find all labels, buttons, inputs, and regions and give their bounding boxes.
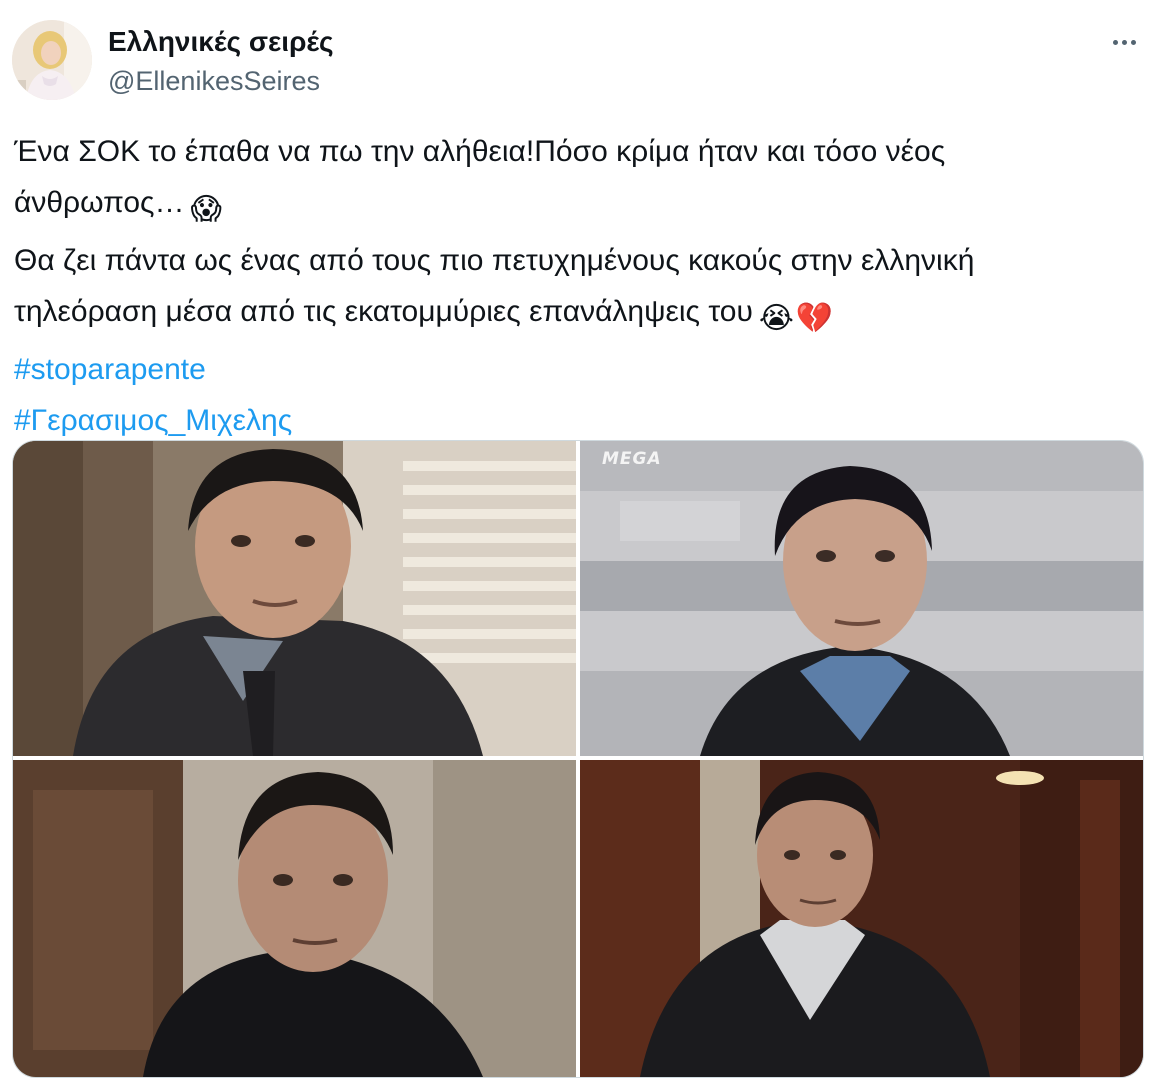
ellipsis-dot <box>1130 39 1136 45</box>
author-names: Ελληνικές σειρές @EllenikesSeires <box>108 22 334 100</box>
tweet-text: Ένα ΣΟΚ το έπαθα να πω την αλήθεια!Πόσο … <box>14 126 1134 446</box>
media-grid: MEGA <box>12 440 1144 1078</box>
display-name[interactable]: Ελληνικές σειρές <box>108 22 334 62</box>
scream-emoji-icon: 😱 <box>190 193 222 226</box>
photo-2[interactable]: MEGA <box>580 441 1143 756</box>
hashtag-line: #stoparapente <box>14 344 1134 395</box>
hashtag-gerasimos-michelis[interactable]: #Γερασιμος_Μιχελης <box>14 404 292 437</box>
hashtag-stoparapente[interactable]: #stoparapente <box>14 353 206 386</box>
user-handle[interactable]: @EllenikesSeires <box>108 62 334 100</box>
photo-2-image <box>580 441 1143 756</box>
mega-watermark: MEGA <box>602 449 662 469</box>
text-line-3: Θα ζει πάντα ως ένας από τους πιο πετυχη… <box>14 244 975 277</box>
photo-4-image <box>580 760 1143 1077</box>
more-options-button[interactable] <box>1106 24 1142 60</box>
ellipsis-dot <box>1121 39 1127 45</box>
text-line: άνθρωπος… 😱 <box>14 177 1134 235</box>
text-line: Ένα ΣΟΚ το έπαθα να πω την αλήθεια!Πόσο … <box>14 126 1134 177</box>
photo-4[interactable] <box>580 760 1143 1077</box>
text-line-4: τηλεόραση μέσα από τις εκατομμύριες επαν… <box>14 295 753 328</box>
avatar[interactable] <box>12 20 92 100</box>
tweet-header: Ελληνικές σειρές @EllenikesSeires <box>12 18 1146 102</box>
photo-3-image <box>13 760 576 1077</box>
ellipsis-icon <box>1112 39 1118 45</box>
text-line-1: Ένα ΣΟΚ το έπαθα να πω την αλήθεια!Πόσο … <box>14 135 946 168</box>
photo-1-image <box>13 441 576 756</box>
photo-3[interactable] <box>13 760 576 1077</box>
photo-1[interactable] <box>13 441 576 756</box>
text-line: Θα ζει πάντα ως ένας από τους πιο πετυχη… <box>14 235 1134 286</box>
broken-heart-emoji-icon: 💔 <box>795 302 834 335</box>
text-line: τηλεόραση μέσα από τις εκατομμύριες επαν… <box>14 286 1134 344</box>
sob-emoji-icon: 😭 <box>758 302 794 335</box>
tweet: Ελληνικές σειρές @EllenikesSeires Ένα ΣΟ… <box>0 0 1158 1078</box>
hashtag-line: #Γερασιμος_Μιχελης <box>14 395 1134 446</box>
avatar-image <box>12 20 92 100</box>
text-line-2: άνθρωπος… <box>14 186 185 219</box>
